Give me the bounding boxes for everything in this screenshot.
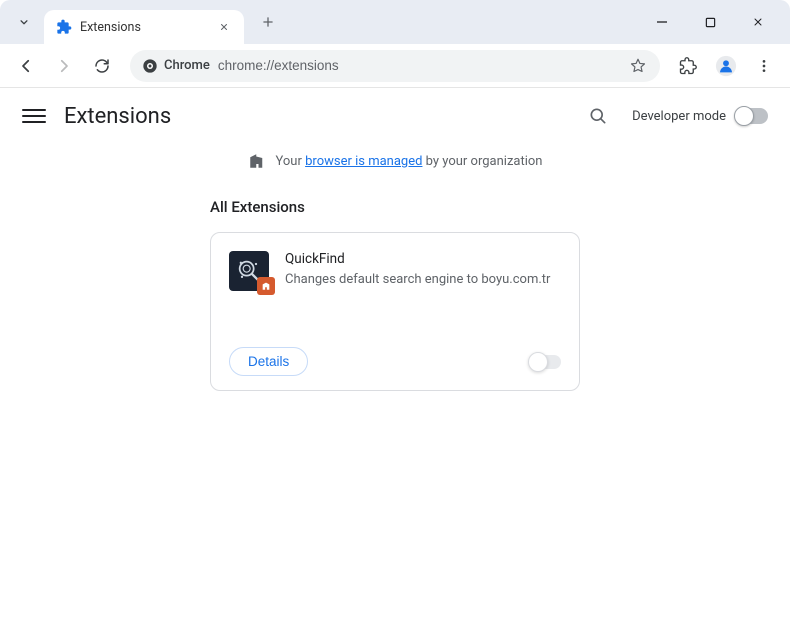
close-window-button[interactable]	[744, 8, 772, 36]
chrome-icon	[142, 58, 158, 74]
bookmark-button[interactable]	[628, 57, 648, 75]
site-chip[interactable]: Chrome	[142, 58, 210, 74]
tab-title: Extensions	[80, 20, 216, 35]
developer-mode-toggle[interactable]	[736, 108, 768, 124]
browser-toolbar: Chrome	[0, 44, 790, 88]
maximize-button[interactable]	[696, 8, 724, 36]
close-tab-button[interactable]	[216, 19, 232, 35]
extension-icon	[229, 251, 269, 291]
tab-strip: Extensions	[8, 0, 648, 44]
developer-mode-control: Developer mode	[632, 108, 768, 124]
managed-notice: Your browser is managed by your organiza…	[0, 152, 790, 170]
tab-extensions[interactable]: Extensions	[44, 10, 244, 44]
extension-description: Changes default search engine to boyu.co…	[285, 271, 550, 289]
developer-mode-label: Developer mode	[632, 109, 726, 124]
page-title: Extensions	[64, 104, 171, 129]
page-content: PC risk .com Extensions Developer mode Y…	[0, 88, 790, 626]
notice-suffix: by your organization	[422, 154, 542, 169]
extensions-header: Extensions Developer mode	[0, 88, 790, 144]
url-input[interactable]	[218, 58, 628, 73]
profile-button[interactable]	[710, 50, 742, 82]
details-button[interactable]: Details	[229, 347, 308, 376]
forward-button[interactable]	[48, 50, 80, 82]
svg-text:risk: risk	[144, 457, 327, 569]
minimize-button[interactable]	[648, 8, 676, 36]
window-title-bar: Extensions	[0, 0, 790, 44]
extension-name: QuickFind	[285, 251, 550, 267]
site-brand: Chrome	[164, 58, 210, 73]
extension-toggle[interactable]	[529, 355, 561, 369]
hamburger-menu-button[interactable]	[22, 104, 46, 128]
search-button[interactable]	[582, 100, 614, 132]
tabs-dropdown-button[interactable]	[8, 6, 40, 38]
puzzle-icon	[56, 19, 72, 35]
managed-link[interactable]: browser is managed	[305, 154, 422, 169]
back-button[interactable]	[10, 50, 42, 82]
new-tab-button[interactable]	[254, 8, 282, 36]
extension-card: QuickFind Changes default search engine …	[210, 232, 580, 391]
extensions-button[interactable]	[672, 50, 704, 82]
window-controls	[648, 8, 772, 36]
section-title: All Extensions	[210, 198, 790, 216]
reload-button[interactable]	[86, 50, 118, 82]
managed-badge-icon	[257, 277, 275, 295]
svg-text:.com: .com	[412, 479, 588, 563]
omnibox[interactable]: Chrome	[130, 50, 660, 82]
menu-button[interactable]	[748, 50, 780, 82]
building-icon	[248, 152, 266, 170]
notice-prefix: Your	[276, 154, 306, 169]
